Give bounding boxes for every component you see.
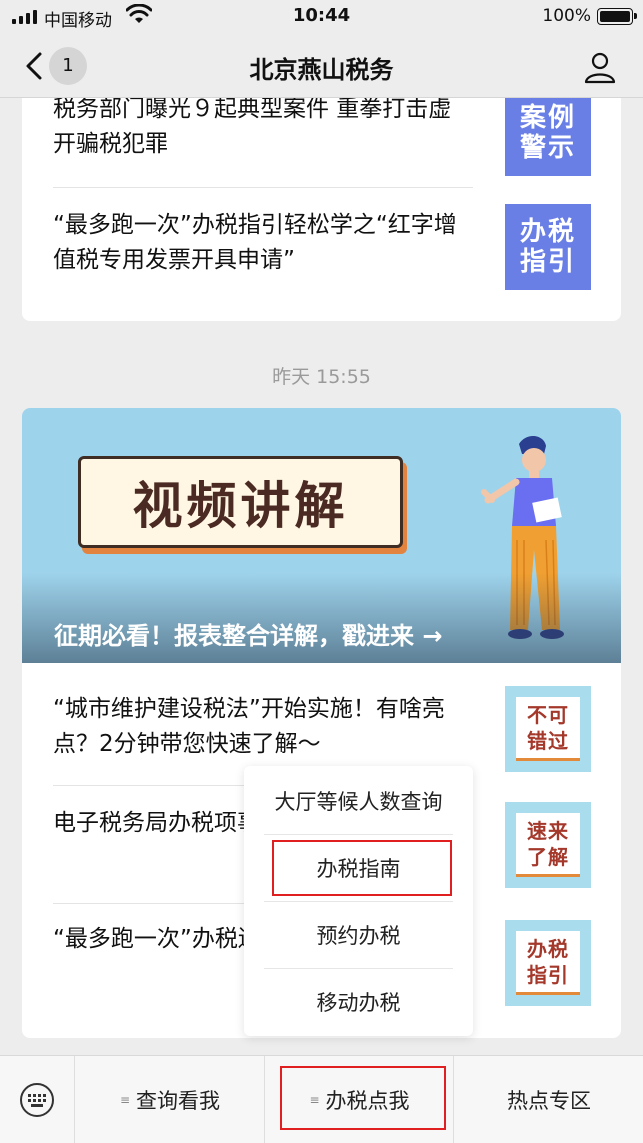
article-title: “最多跑一次”办税指引轻松学之“红字增值税专用发票开具申请” <box>53 212 457 273</box>
article-thumbnail: 不可错过 <box>505 686 591 772</box>
highlight-box <box>280 1066 446 1130</box>
article-card: 税务部门曝光９起典型案件 重拳打击虚开骗税犯罪 案例警示 “最多跑一次”办税指引… <box>22 98 621 321</box>
article-thumbnail: 办税指引 <box>505 204 591 290</box>
status-bar: 中国移动 10:44 100% <box>0 0 643 34</box>
battery-icon <box>597 8 637 25</box>
navigation-bar: 1 北京燕山税务 <box>0 34 643 98</box>
user-profile-icon[interactable] <box>583 50 617 84</box>
menu-tab-query[interactable]: ≡ 查询看我 <box>76 1056 265 1143</box>
highlight-box <box>272 840 452 896</box>
article-thumbnail: 办税指引 <box>505 920 591 1006</box>
article-item[interactable]: 税务部门曝光９起典型案件 重拳打击虚开骗税犯罪 案例警示 <box>53 98 591 190</box>
menu-tab-hot-topics[interactable]: 热点专区 <box>455 1056 643 1143</box>
battery-percent: 100% <box>542 6 591 26</box>
menu-item-mobile-tax[interactable]: 移动办税 <box>244 969 473 1035</box>
article-title: 税务部门曝光９起典型案件 重拳打击虚开骗税犯罪 <box>53 98 452 157</box>
keyboard-toggle-button[interactable] <box>0 1056 75 1143</box>
hero-caption: 征期必看！报表整合详解，戳进来 → <box>54 622 443 650</box>
page-title: 北京燕山税务 <box>249 56 394 84</box>
article-thumbnail: 速来了解 <box>505 802 591 888</box>
banner-title-box: 视频讲解 <box>78 456 403 548</box>
article-title: “城市维护建设税法”开始实施！有啥亮点？2分钟带您快速了解～ <box>53 696 445 757</box>
menu-item-appointment[interactable]: 预约办税 <box>244 902 473 968</box>
bottom-menu-bar: ≡ 查询看我 ≡ 办税点我 热点专区 <box>0 1055 643 1143</box>
keyboard-icon <box>20 1083 54 1117</box>
divider <box>53 187 473 188</box>
article-item[interactable]: “最多跑一次”办税指引轻松学之“红字增值税专用发票开具申请” 办税指引 <box>53 190 591 310</box>
message-timestamp: 昨天 15:55 <box>272 366 371 388</box>
banner-title: 视频讲解 <box>132 477 349 535</box>
menu-item-hall-queue[interactable]: 大厅等候人数查询 <box>244 768 473 834</box>
menu-lines-icon: ≡ <box>119 1093 131 1107</box>
hero-banner[interactable]: 视频讲解 征期必看！报表整合详解，戳进来 → <box>22 408 621 663</box>
article-thumbnail: 案例警示 <box>505 98 591 176</box>
submenu-popup: 大厅等候人数查询 办税指南 预约办税 移动办税 <box>244 766 473 1036</box>
